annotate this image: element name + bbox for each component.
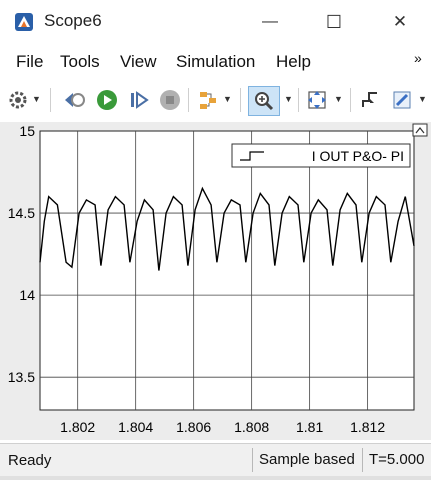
x-tick-label: 1.81 bbox=[296, 419, 323, 435]
legend[interactable]: I OUT P&O- PI bbox=[231, 143, 411, 168]
maximize-icon: ☐ bbox=[325, 11, 343, 32]
highlight-button[interactable] bbox=[196, 86, 220, 114]
run-button[interactable] bbox=[95, 86, 119, 114]
toolbar-separator bbox=[50, 88, 51, 112]
menu-overflow-icon[interactable]: » bbox=[414, 50, 422, 66]
edit-dropdown-icon[interactable]: ▼ bbox=[418, 94, 427, 104]
x-tick-label: 1.802 bbox=[60, 419, 95, 435]
run-icon bbox=[97, 90, 117, 110]
toolbar-separator bbox=[298, 88, 299, 112]
step-forward-icon bbox=[131, 91, 149, 109]
menu-tools[interactable]: Tools bbox=[60, 52, 100, 72]
toolbar: ▼ ▼ ▼ ▼ ▼ bbox=[0, 80, 431, 120]
autoscale-icon bbox=[308, 91, 326, 109]
highlight-dropdown-icon[interactable]: ▼ bbox=[223, 94, 232, 104]
minimize-icon: — bbox=[262, 13, 278, 30]
menu-help[interactable]: Help bbox=[276, 52, 311, 72]
step-back-icon bbox=[65, 93, 85, 107]
triggers-button[interactable] bbox=[358, 86, 382, 114]
y-tick-label: 15 bbox=[19, 123, 35, 139]
toolbar-separator bbox=[240, 88, 241, 112]
settings-icon bbox=[9, 91, 27, 109]
maximize-button[interactable]: ☐ bbox=[314, 8, 354, 36]
y-tick-label: 14.5 bbox=[8, 205, 35, 221]
edit-icon bbox=[393, 91, 411, 109]
status-text: Ready bbox=[8, 452, 52, 469]
menu-bar: File Tools View Simulation Help » bbox=[0, 48, 431, 78]
stop-icon bbox=[160, 90, 180, 110]
y-tick-label: 13.5 bbox=[8, 369, 35, 385]
settings-button[interactable] bbox=[6, 86, 30, 114]
toolbar-separator bbox=[350, 88, 351, 112]
sample-mode-status: Sample based bbox=[252, 448, 363, 472]
autoscale-dropdown-icon[interactable]: ▼ bbox=[334, 94, 343, 104]
minimize-button[interactable]: — bbox=[250, 8, 290, 36]
zoom-in-button[interactable] bbox=[248, 86, 280, 116]
zoom-dropdown-icon[interactable]: ▼ bbox=[284, 94, 293, 104]
x-tick-label: 1.806 bbox=[176, 419, 211, 435]
x-tick-label: 1.804 bbox=[118, 419, 153, 435]
triggers-icon bbox=[362, 92, 377, 107]
autoscale-button[interactable] bbox=[304, 86, 330, 114]
menu-view[interactable]: View bbox=[120, 52, 157, 72]
x-axis-ticks: 1.802 1.804 1.806 1.808 1.81 1.812 bbox=[60, 419, 385, 435]
settings-dropdown-icon[interactable]: ▼ bbox=[32, 94, 41, 104]
stop-button[interactable] bbox=[158, 86, 182, 114]
menu-file[interactable]: File bbox=[16, 52, 43, 72]
y-axis-ticks: 15 14.5 14 13.5 bbox=[8, 123, 35, 385]
plot-axes bbox=[39, 130, 415, 411]
undock-legend-button[interactable] bbox=[412, 123, 428, 137]
step-forward-button[interactable] bbox=[127, 86, 151, 114]
x-tick-label: 1.808 bbox=[234, 419, 269, 435]
close-icon: ✕ bbox=[392, 12, 408, 31]
x-tick-label: 1.812 bbox=[350, 419, 385, 435]
zoom-in-icon bbox=[255, 92, 274, 111]
step-back-button[interactable] bbox=[62, 86, 86, 114]
sim-time-status: T=5.000 bbox=[362, 448, 431, 472]
status-bar: Ready Sample based T=5.000 bbox=[0, 443, 431, 477]
legend-label: I OUT P&O- PI bbox=[312, 148, 404, 164]
toolbar-separator bbox=[188, 88, 189, 112]
menu-simulation[interactable]: Simulation bbox=[176, 52, 255, 72]
scope-plot[interactable]: 1514.51413.5 1.802 1.804 1.806 1.808 1.81 1.8… bbox=[0, 122, 431, 440]
window-title: Scope6 bbox=[44, 11, 102, 30]
matlab-scope-icon bbox=[15, 13, 33, 31]
highlight-icon bbox=[200, 92, 216, 109]
window-border bbox=[0, 476, 431, 480]
close-button[interactable]: ✕ bbox=[380, 8, 420, 36]
y-tick-label: 14 bbox=[19, 287, 35, 303]
title-bar: Scope6 — ☐ ✕ bbox=[0, 0, 431, 44]
scope-display: 15 14.5 14 13.5 1.802 1.804 1.806 1.808 1.81 1.8… bbox=[0, 122, 431, 440]
edit-button[interactable] bbox=[390, 86, 414, 114]
